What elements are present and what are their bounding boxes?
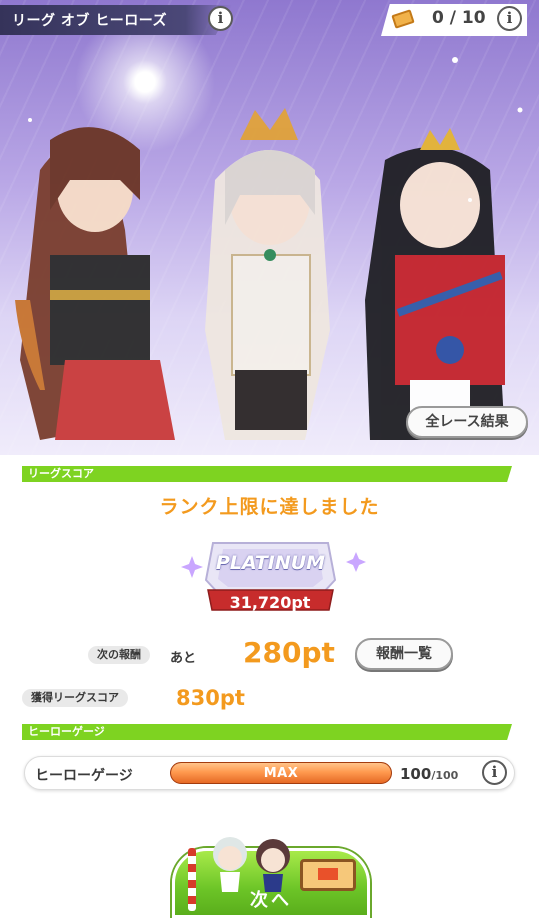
next-reward-label: 次の報酬 (88, 646, 150, 664)
reward-list-button[interactable]: 報酬一覧 (355, 638, 453, 670)
hero-gauge-section-label: ヒーローゲージ (28, 725, 105, 738)
info-icon: i (491, 763, 498, 781)
title-info-button[interactable]: i (208, 6, 233, 31)
character-right (365, 128, 505, 440)
remaining-points: 280pt (243, 636, 335, 669)
ticket-count: 0 / 10 (432, 8, 486, 28)
info-icon: i (217, 9, 224, 27)
chibi-characters (213, 837, 290, 892)
hero-gauge-label: ヒーローゲージ (35, 768, 133, 784)
rank-score: 31,720pt (229, 593, 311, 612)
hero-characters-illustration (15, 57, 523, 440)
info-icon: i (506, 9, 513, 27)
rank-name: PLATINUM (215, 552, 326, 574)
rank-limit-message: ランク上限に達しました (159, 496, 380, 518)
next-button-label: 次へ (250, 890, 292, 911)
character-middle (205, 108, 330, 440)
hero-gauge-max: /100 (431, 769, 459, 782)
remaining-prefix: あと (170, 651, 197, 666)
gauge-info-button[interactable]: i (482, 760, 507, 785)
character-left (15, 127, 175, 440)
hero-gauge-section-header: ヒーローゲージ (22, 724, 512, 740)
hero-banner: リーグ オブ ヒーローズ i 0 / 10 i 全レース結果 (0, 0, 539, 455)
hero-gauge-value: 100/100 (400, 765, 458, 783)
earned-score-points: 830pt (176, 686, 245, 710)
page-title: リーグ オブ ヒーローズ (12, 13, 168, 29)
hero-gauge-status: MAX (263, 766, 299, 781)
hero-gauge-current: 100 (400, 765, 432, 783)
league-score-section-label: リーグスコア (28, 467, 94, 480)
league-score-section-header: リーグスコア (22, 466, 512, 482)
all-race-results-button[interactable]: 全レース結果 (406, 406, 528, 438)
earned-score-label: 獲得リーグスコア (22, 689, 128, 707)
ticket-info-button[interactable]: i (497, 6, 522, 31)
